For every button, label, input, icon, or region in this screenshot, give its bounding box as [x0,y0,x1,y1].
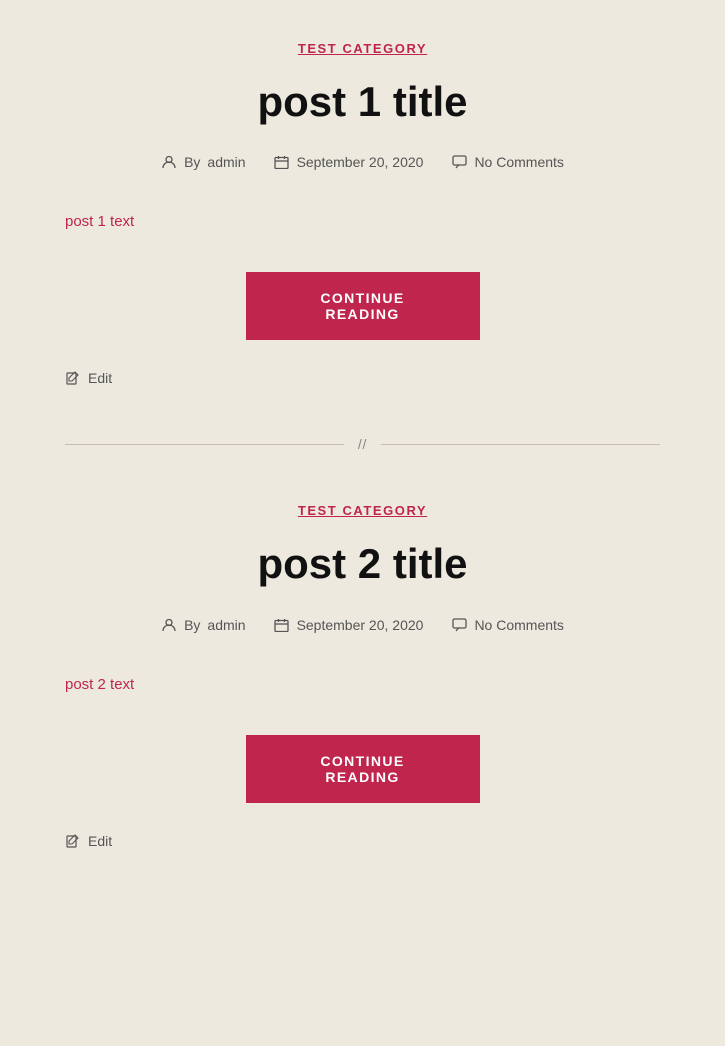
post-1-meta: By admin September 20, 2020 [65,154,660,170]
divider-symbol: // [344,436,381,452]
post-2-comments[interactable]: No Comments [474,617,563,633]
post-1-date: September 20, 2020 [297,154,424,170]
post-2-date-item: September 20, 2020 [274,617,424,633]
post-1-comments[interactable]: No Comments [474,154,563,170]
post-1-author-item: By admin [161,154,245,170]
comment-icon [451,154,467,170]
post-1-continue-btn[interactable]: CONTINUE READING [246,272,480,340]
post-2-comments-item: No Comments [451,617,563,633]
post-1-edit-link[interactable]: Edit [65,370,660,386]
post-2-title: post 2 title [65,540,660,588]
post-2-excerpt: post 2 text [65,673,660,697]
post-2-author-by: By [184,617,200,633]
post-1-category-link[interactable]: TEST CATEGORY [298,41,427,56]
post-1-comments-item: No Comments [451,154,563,170]
post-1-excerpt: post 1 text [65,210,660,234]
post-2-meta: By admin September 20, 2020 [65,617,660,633]
post-1-author[interactable]: admin [207,154,245,170]
post-1-edit-label: Edit [88,370,112,386]
post-2-date: September 20, 2020 [297,617,424,633]
post-2-category[interactable]: TEST CATEGORY [65,502,660,520]
post-2-edit-link[interactable]: Edit [65,833,660,849]
post-2-continue-btn[interactable]: CONTINUE READING [246,735,480,803]
post-1-category[interactable]: TEST CATEGORY [65,40,660,58]
post-2-author-item: By admin [161,617,245,633]
post-2-edit-label: Edit [88,833,112,849]
calendar-icon-2 [274,617,290,633]
comment-icon-2 [451,617,467,633]
author-icon [161,154,177,170]
post-1-date-item: September 20, 2020 [274,154,424,170]
post-article-1: TEST CATEGORY post 1 title By admin [0,0,725,426]
post-1-title: post 1 title [65,78,660,126]
post-article-2: TEST CATEGORY post 2 title By admin [0,462,725,888]
posts-divider: // [65,426,660,462]
calendar-icon [274,154,290,170]
post-2-author[interactable]: admin [207,617,245,633]
post-2-category-link[interactable]: TEST CATEGORY [298,503,427,518]
post-1-author-by: By [184,154,200,170]
edit-icon-1 [65,370,81,386]
author-icon-2 [161,617,177,633]
edit-icon-2 [65,833,81,849]
